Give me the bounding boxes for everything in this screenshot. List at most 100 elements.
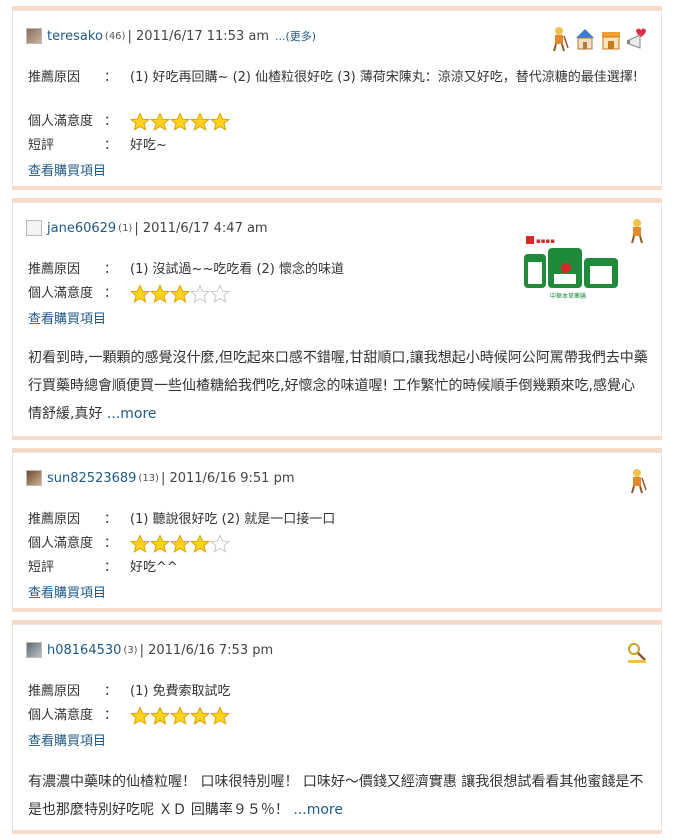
review-count: (3) [123, 644, 138, 656]
view-purchase-link[interactable]: 查看購買項目 [28, 160, 106, 179]
search-person-icon [628, 643, 646, 663]
review-date: | 2011/6/17 4:47 am [134, 220, 268, 236]
star-filled-icon [190, 534, 210, 553]
review-body: 初看到時,一顆顆的感覺沒什麼,但吃起來口感不錯喔,甘甜順口,讓我想起小時候阿公阿… [28, 344, 648, 428]
review-header: teresako (46) | 2011/6/17 11:53 am ...(更… [26, 26, 316, 46]
colon: ： [104, 114, 118, 129]
username-link[interactable]: teresako [47, 29, 103, 44]
star-filled-icon [130, 534, 150, 553]
username-link[interactable]: sun82523689 [47, 471, 136, 486]
star-filled-icon [170, 284, 190, 303]
review-card: h08164530 (3) | 2011/6/16 7:53 pm 推薦原因 ：… [12, 620, 662, 834]
reason-value: (1) 沒試過~~吃吃看 (2) 懷念的味道 [130, 262, 345, 277]
short-value: 好吃^^ [130, 560, 178, 575]
review-card: sun82523689 (13) | 2011/6/16 9:51 pm 推薦原… [12, 448, 662, 612]
star-filled-icon [170, 706, 190, 725]
reason-value: (1) 免費索取試吃 [130, 684, 231, 699]
colon: ： [104, 512, 118, 527]
review-card: jane60629 (1) | 2011/6/17 4:47 am ▪▪▪▪ 中… [12, 198, 662, 440]
review-body: 有濃濃中藥味的仙楂粒喔！ 口味很特別喔！ 口味好～價錢又經濟實惠 讓我很想試看看… [28, 768, 648, 824]
reason-label: 推薦原因 [28, 684, 81, 699]
review-date: | 2011/6/16 9:51 pm [160, 470, 295, 486]
star-filled-icon [130, 706, 150, 725]
colon: ： [104, 70, 118, 85]
colon: ： [104, 138, 118, 153]
star-filled-icon [150, 534, 170, 553]
star-rating [130, 284, 230, 304]
star-filled-icon [210, 706, 230, 725]
rating-label: 個人滿意度 [28, 114, 94, 129]
badge-list [626, 218, 648, 244]
reason-label: 推薦原因 [28, 70, 81, 85]
reason-row: 推薦原因 ： (1) 免費索取試吃 [28, 682, 650, 701]
review-header: h08164530 (3) | 2011/6/16 7:53 pm [26, 640, 273, 660]
star-filled-icon [150, 284, 170, 303]
review-header: sun82523689 (13) | 2011/6/16 9:51 pm [26, 468, 295, 488]
view-purchase-link[interactable]: 查看購買項目 [28, 730, 106, 749]
reason-row: 推薦原因 ： (1) 沒試過~~吃吃看 (2) 懷念的味道 [28, 260, 650, 279]
star-rating [130, 112, 230, 132]
colon: ： [104, 708, 118, 723]
megaphone-icon [627, 28, 646, 49]
star-filled-icon [170, 112, 190, 131]
avatar[interactable] [26, 28, 42, 44]
star-filled-icon [150, 112, 170, 131]
short-label: 短評 [28, 138, 55, 153]
badge-list [548, 26, 648, 52]
colon: ： [104, 536, 118, 551]
colon: ： [104, 560, 118, 575]
star-filled-icon [150, 706, 170, 725]
review-count: (13) [138, 472, 159, 484]
star-filled-icon [190, 706, 210, 725]
reason-label: 推薦原因 [28, 262, 81, 277]
avatar[interactable] [26, 220, 42, 236]
shop-icon [602, 32, 620, 50]
rating-row: 個人滿意度 ： [28, 284, 230, 304]
username-link[interactable]: h08164530 [47, 643, 121, 658]
star-rating [130, 534, 230, 554]
short-row: 短評 ： 好吃~ [28, 136, 650, 155]
view-purchase-link[interactable]: 查看購買項目 [28, 582, 106, 601]
star-rating [130, 706, 230, 726]
star-filled-icon [210, 112, 230, 131]
rating-label: 個人滿意度 [28, 708, 94, 723]
rating-row: 個人滿意度 ： [28, 112, 230, 132]
review-card: teresako (46) | 2011/6/17 11:53 am ...(更… [12, 6, 662, 190]
reason-value: (1) 好吃再回購~ (2) 仙楂粒很好吃 (3) 薄荷宋陳丸：涼涼又好吃，替代… [130, 70, 639, 85]
reason-row: 推薦原因 ： (1) 好吃再回購~ (2) 仙楂粒很好吃 (3) 薄荷宋陳丸：涼… [28, 68, 650, 87]
username-link[interactable]: jane60629 [47, 221, 116, 236]
review-date: | 2011/6/17 11:53 am [127, 28, 269, 44]
star-filled-icon [190, 112, 210, 131]
more-link[interactable]: ...more [107, 406, 157, 422]
house-icon [576, 29, 594, 50]
review-header: jane60629 (1) | 2011/6/17 4:47 am [26, 218, 268, 238]
short-value: 好吃~ [130, 138, 167, 153]
rating-label: 個人滿意度 [28, 536, 94, 551]
star-empty-icon [210, 284, 230, 303]
avatar[interactable] [26, 642, 42, 658]
svg-text:▪▪▪▪: ▪▪▪▪ [536, 237, 555, 245]
reason-row: 推薦原因 ： (1) 聽說很好吃 (2) 就是一口接一口 [28, 510, 650, 529]
star-empty-icon [190, 284, 210, 303]
colon: ： [104, 262, 118, 277]
view-purchase-link[interactable]: 查看購買項目 [28, 308, 106, 327]
review-count: (46) [104, 30, 126, 42]
star-empty-icon [210, 534, 230, 553]
short-label: 短評 [28, 560, 55, 575]
walker-icon [631, 219, 643, 244]
badge-list [626, 640, 648, 666]
colon: ： [104, 684, 118, 699]
rating-row: 個人滿意度 ： [28, 534, 230, 554]
star-filled-icon [170, 534, 190, 553]
review-count: (1) [118, 222, 133, 234]
star-filled-icon [130, 112, 150, 131]
short-row: 短評 ： 好吃^^ [28, 558, 650, 577]
badge-list [626, 468, 648, 494]
logo-caption: 中華本草藥膳 [550, 292, 586, 300]
rating-row: 個人滿意度 ： [28, 706, 230, 726]
more-link[interactable]: ...more [293, 802, 343, 818]
avatar[interactable] [26, 470, 42, 486]
more-link[interactable]: ...(更多) [275, 28, 316, 44]
rating-label: 個人滿意度 [28, 286, 94, 301]
review-date: | 2011/6/16 7:53 pm [139, 642, 274, 658]
